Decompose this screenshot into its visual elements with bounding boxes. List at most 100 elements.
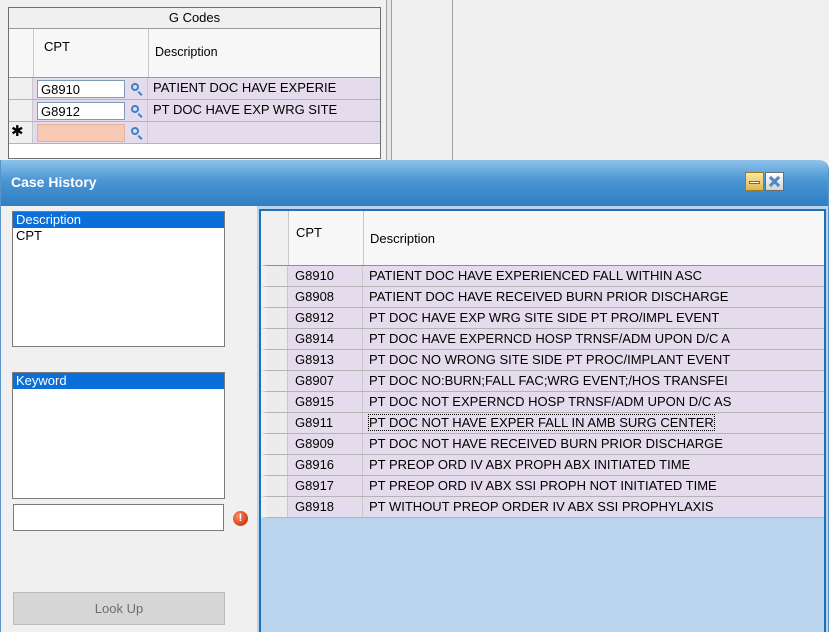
description-text: PT DOC NOT HAVE RECEIVED BURN PRIOR DISC… — [369, 436, 723, 451]
gcodes-description-cell: PT DOC HAVE EXP WRG SITE — [147, 100, 380, 121]
row-selector[interactable] — [267, 413, 288, 433]
history-rows: G8910 PATIENT DOC HAVE EXPERIENCED FALL W… — [261, 266, 824, 518]
cpt-cell[interactable]: G8912 — [288, 308, 363, 328]
list-item-description[interactable]: Description — [13, 212, 224, 228]
gcodes-new-cpt-field[interactable] — [37, 124, 125, 142]
row-selector[interactable] — [267, 308, 288, 328]
description-text: PATIENT DOC HAVE EXPERIENCED FALL WITHIN… — [369, 268, 703, 283]
lookup-icon[interactable] — [127, 78, 147, 99]
gcodes-col-cpt[interactable]: CPT — [34, 29, 149, 77]
cpt-cell[interactable]: G8909 — [288, 434, 363, 454]
row-selector[interactable] — [267, 266, 288, 286]
cpt-cell[interactable]: G8914 — [288, 329, 363, 349]
row-selector[interactable] — [267, 455, 288, 475]
cpt-cell[interactable]: G8913 — [288, 350, 363, 370]
description-text: PT PREOP ORD IV ABX SSI PROPH NOT INITIA… — [369, 478, 717, 493]
table-row[interactable]: G8911 PT DOC NOT HAVE EXPER FALL IN AMB S… — [261, 413, 824, 434]
description-text: PT DOC NO WRONG SITE SIDE PT PROC/IMPLAN… — [369, 352, 731, 367]
list-item-cpt[interactable]: CPT — [13, 228, 224, 244]
row-selector[interactable] — [9, 100, 33, 121]
search-mode-list[interactable]: Keyword — [12, 372, 225, 499]
table-row[interactable]: G8916 PT PREOP ORD IV ABX PROPH ABX INITI… — [261, 455, 824, 476]
cpt-cell[interactable]: G8911 — [288, 413, 363, 433]
cpt-cell[interactable]: G8916 — [288, 455, 363, 475]
dialog-titlebar[interactable]: Case History — [1, 160, 828, 206]
description-cell[interactable]: PT DOC NOT HAVE EXPER FALL IN AMB SURG C… — [363, 413, 824, 433]
description-cell[interactable]: PT DOC NO:BURN;FALL FAC;WRG EVENT;/HOS T… — [363, 371, 824, 391]
dialog-title: Case History — [11, 174, 97, 190]
description-cell[interactable]: PT PREOP ORD IV ABX PROPH ABX INITIATED … — [363, 455, 824, 475]
table-row[interactable]: G8913 PT DOC NO WRONG SITE SIDE PT PROC/I… — [261, 350, 824, 371]
description-text: PT DOC NO:BURN;FALL FAC;WRG EVENT;/HOS T… — [369, 373, 728, 388]
description-cell[interactable]: PT DOC HAVE EXPERNCD HOSP TRNSF/ADM UPON… — [363, 329, 824, 349]
gcodes-grid[interactable]: G Codes CPT Description G8910 PATIENT DO… — [8, 7, 381, 159]
gcodes-title: G Codes — [9, 8, 380, 29]
gcodes-row[interactable]: G8910 PATIENT DOC HAVE EXPERIE — [9, 78, 380, 100]
table-row[interactable]: G8908 PATIENT DOC HAVE RECEIVED BURN PRIO… — [261, 287, 824, 308]
row-selector[interactable] — [267, 329, 288, 349]
row-selector[interactable] — [267, 392, 288, 412]
row-selector[interactable] — [267, 497, 288, 517]
description-cell[interactable]: PT DOC HAVE EXP WRG SITE SIDE PT PRO/IMP… — [363, 308, 824, 328]
close-icon[interactable] — [765, 172, 784, 191]
error-icon: ! — [233, 511, 248, 526]
gcodes-new-row[interactable]: ✱ — [9, 122, 380, 144]
gcodes-description-cell: PATIENT DOC HAVE EXPERIE — [147, 78, 380, 99]
table-row[interactable]: G8918 PT WITHOUT PREOP ORDER IV ABX SSI P… — [261, 497, 824, 518]
cpt-cell[interactable]: G8908 — [288, 287, 363, 307]
gcodes-row[interactable]: G8912 PT DOC HAVE EXP WRG SITE — [9, 100, 380, 122]
gcodes-col-description[interactable]: Description — [149, 29, 380, 77]
table-row[interactable]: G8912 PT DOC HAVE EXP WRG SITE SIDE PT PR… — [261, 308, 824, 329]
description-cell[interactable]: PT WITHOUT PREOP ORDER IV ABX SSI PROPHY… — [363, 497, 824, 517]
description-cell[interactable]: PT DOC NOT HAVE RECEIVED BURN PRIOR DISC… — [363, 434, 824, 454]
table-row[interactable]: G8917 PT PREOP ORD IV ABX SSI PROPH NOT I… — [261, 476, 824, 497]
look-up-button[interactable]: Look Up — [13, 592, 225, 625]
panel-divider — [452, 0, 453, 160]
row-selector[interactable] — [9, 78, 33, 99]
history-grid[interactable]: CPT Description G8910 PATIENT DOC HAVE EX… — [259, 209, 826, 632]
description-text: PT PREOP ORD IV ABX PROPH ABX INITIATED … — [369, 457, 691, 472]
row-selector[interactable] — [267, 434, 288, 454]
description-cell[interactable]: PT PREOP ORD IV ABX SSI PROPH NOT INITIA… — [363, 476, 824, 496]
lookup-icon[interactable] — [127, 122, 147, 143]
gcodes-cpt-field[interactable]: G8912 — [37, 102, 125, 120]
description-text: PT DOC NOT HAVE EXPER FALL IN AMB SURG C… — [368, 414, 715, 431]
table-row[interactable]: G8915 PT DOC NOT EXPERNCD HOSP TRNSF/ADM … — [261, 392, 824, 413]
minimize-icon[interactable] — [745, 172, 764, 191]
table-row[interactable]: G8914 PT DOC HAVE EXPERNCD HOSP TRNSF/ADM… — [261, 329, 824, 350]
gcodes-new-description-cell — [147, 122, 380, 143]
cpt-cell[interactable]: G8907 — [288, 371, 363, 391]
row-selector[interactable] — [267, 287, 288, 307]
row-selector[interactable] — [267, 350, 288, 370]
table-row[interactable]: G8910 PATIENT DOC HAVE EXPERIENCED FALL W… — [261, 266, 824, 287]
description-text: PT WITHOUT PREOP ORDER IV ABX SSI PROPHY… — [369, 499, 714, 514]
row-selector[interactable] — [267, 371, 288, 391]
cpt-cell[interactable]: G8918 — [288, 497, 363, 517]
row-selector-header — [9, 29, 34, 77]
table-row[interactable]: G8909 PT DOC NOT HAVE RECEIVED BURN PRIOR… — [261, 434, 824, 455]
gcodes-cpt-field[interactable]: G8910 — [37, 80, 125, 98]
description-text: PATIENT DOC HAVE RECEIVED BURN PRIOR DIS… — [369, 289, 729, 304]
table-row[interactable]: G8907 PT DOC NO:BURN;FALL FAC;WRG EVENT;/… — [261, 371, 824, 392]
lookup-icon[interactable] — [127, 100, 147, 121]
history-col-description[interactable]: Description — [364, 211, 824, 265]
row-selector[interactable] — [267, 476, 288, 496]
description-text: PT DOC HAVE EXP WRG SITE SIDE PT PRO/IMP… — [369, 310, 720, 325]
cpt-cell[interactable]: G8910 — [288, 266, 363, 286]
cpt-cell[interactable]: G8917 — [288, 476, 363, 496]
keyword-input[interactable] — [13, 504, 224, 531]
description-cell[interactable]: PATIENT DOC HAVE EXPERIENCED FALL WITHIN… — [363, 266, 824, 286]
history-col-cpt[interactable]: CPT — [289, 211, 364, 265]
row-selector-header — [267, 211, 289, 265]
description-text: PT DOC HAVE EXPERNCD HOSP TRNSF/ADM UPON… — [369, 331, 730, 346]
description-text: PT DOC NOT EXPERNCD HOSP TRNSF/ADM UPON … — [369, 394, 732, 409]
list-item-keyword[interactable]: Keyword — [13, 373, 224, 389]
cpt-cell[interactable]: G8915 — [288, 392, 363, 412]
gcodes-header-row: CPT Description — [9, 29, 380, 78]
description-cell[interactable]: PT DOC NO WRONG SITE SIDE PT PROC/IMPLAN… — [363, 350, 824, 370]
search-panel: Description CPT Keyword ! Look Up — [1, 206, 257, 632]
new-row-icon: ✱ — [9, 122, 33, 143]
description-cell[interactable]: PT DOC NOT EXPERNCD HOSP TRNSF/ADM UPON … — [363, 392, 824, 412]
description-cell[interactable]: PATIENT DOC HAVE RECEIVED BURN PRIOR DIS… — [363, 287, 824, 307]
search-field-list[interactable]: Description CPT — [12, 211, 225, 347]
